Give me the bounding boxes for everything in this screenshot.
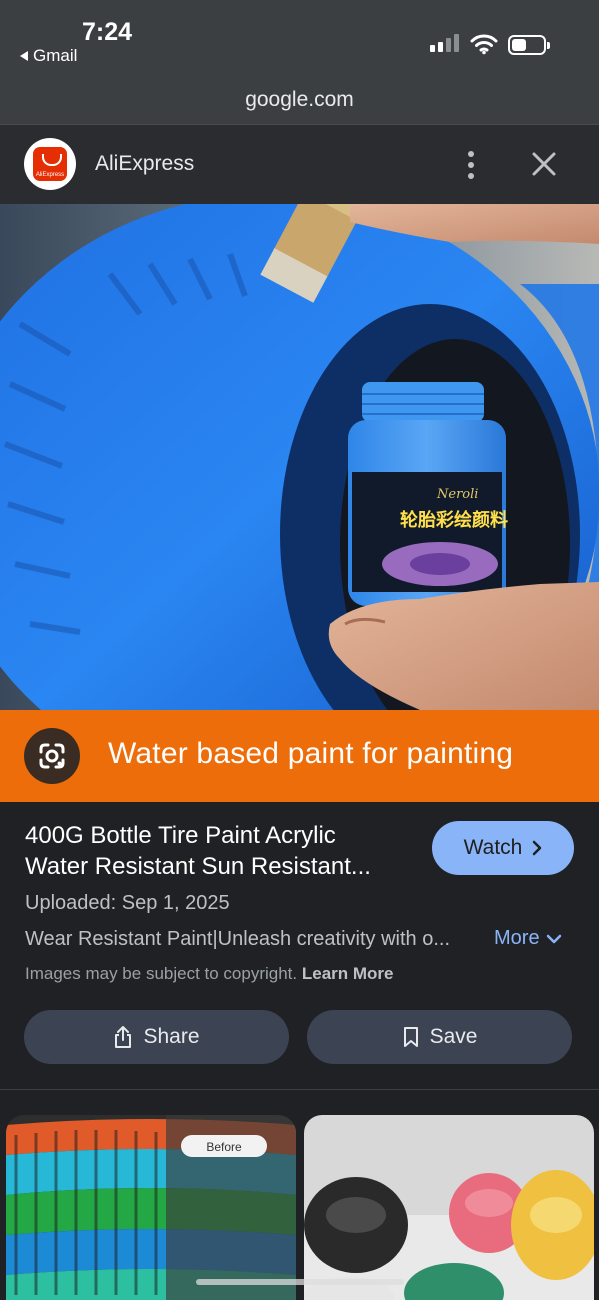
wifi-icon xyxy=(470,34,498,55)
save-button[interactable]: Save xyxy=(307,1010,572,1064)
related-image-1[interactable]: Before xyxy=(6,1115,296,1300)
more-label: More xyxy=(494,927,540,949)
lens-banner: Water based paint for painting xyxy=(0,710,599,802)
share-icon xyxy=(115,1026,132,1048)
banner-text: Water based paint for painting xyxy=(108,737,514,770)
section-divider xyxy=(0,1089,599,1090)
battery-icon xyxy=(508,35,550,55)
back-app-label: Gmail xyxy=(33,46,78,65)
related-image-2[interactable] xyxy=(304,1115,594,1300)
back-arrow-icon xyxy=(20,51,28,61)
before-badge: Before xyxy=(206,1140,242,1154)
title-line-2: Water Resistant Sun Resistant... xyxy=(25,853,371,880)
upload-date: Uploaded: Sep 1, 2025 xyxy=(25,892,230,914)
aliexpress-logo-icon[interactable] xyxy=(24,138,76,190)
close-icon[interactable] xyxy=(527,147,561,181)
description: Wear Resistant Paint|Unleash creativity … xyxy=(25,928,450,950)
product-image[interactable]: Neroli 轮胎彩绘颜料 xyxy=(0,204,599,710)
result-header: AliExpress xyxy=(0,124,599,204)
google-lens-button[interactable] xyxy=(24,728,80,784)
browser-top-bar: 7:24 Gmail google.com xyxy=(0,0,599,124)
title-line-1: 400G Bottle Tire Paint Acrylic xyxy=(25,822,336,849)
watch-label: Watch xyxy=(463,836,523,859)
chevron-right-icon xyxy=(533,840,542,856)
save-label: Save xyxy=(429,1025,478,1048)
status-time: 7:24 xyxy=(82,18,133,46)
more-button[interactable]: More xyxy=(494,927,562,950)
bookmark-icon xyxy=(403,1027,418,1047)
share-label: Share xyxy=(143,1025,200,1048)
jar-brand-text: Neroli xyxy=(436,487,478,502)
google-lens-icon xyxy=(39,743,65,769)
product-title[interactable]: 400G Bottle Tire Paint Acrylic Water Res… xyxy=(25,820,405,882)
watch-button[interactable]: Watch xyxy=(432,821,574,875)
site-name[interactable]: AliExpress xyxy=(95,152,194,176)
share-button[interactable]: Share xyxy=(24,1010,289,1064)
url-bar[interactable]: google.com xyxy=(0,88,599,112)
more-options-icon[interactable] xyxy=(462,151,480,179)
jar-label-text: 轮胎彩绘颜料 xyxy=(400,509,508,531)
back-to-gmail-link[interactable]: Gmail xyxy=(20,46,77,66)
home-indicator[interactable] xyxy=(196,1279,404,1285)
learn-more-link[interactable]: Learn More xyxy=(302,964,394,983)
cellular-signal-icon xyxy=(430,34,459,52)
copyright-text: Images may be subject to copyright. xyxy=(25,964,298,983)
chevron-down-icon xyxy=(546,934,561,943)
copyright-notice: Images may be subject to copyright. Lear… xyxy=(25,964,394,984)
